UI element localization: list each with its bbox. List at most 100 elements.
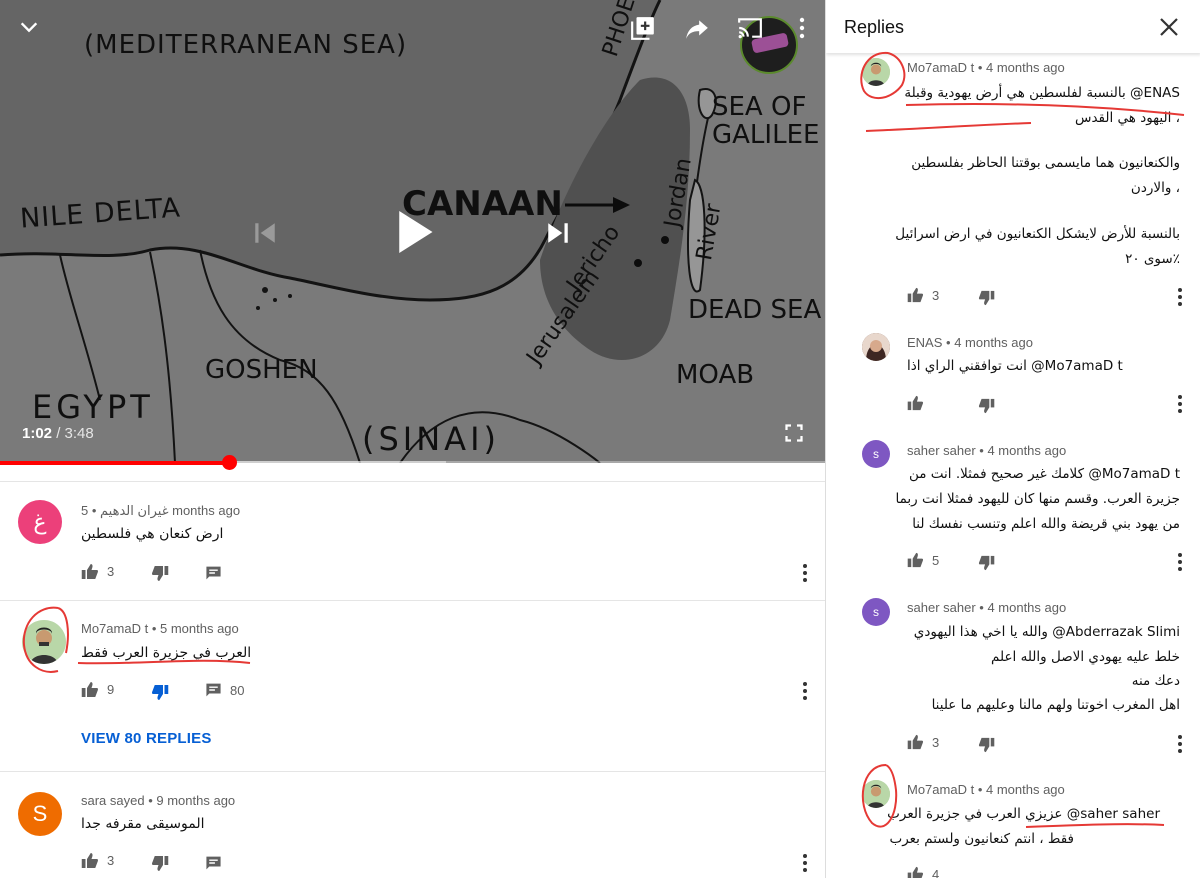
comment-author[interactable]: غيران الدهيم bbox=[100, 503, 169, 518]
thumbs-up-icon bbox=[907, 287, 924, 303]
reply-button[interactable]: 80 bbox=[205, 682, 244, 698]
thumbs-up-icon bbox=[907, 866, 924, 878]
like-count: 4 bbox=[932, 866, 940, 878]
reply-text-line: فقط ، انتم كنعانيون ولستم بعرب bbox=[889, 831, 1075, 847]
like-button[interactable]: 3 bbox=[907, 734, 939, 750]
reply-author[interactable]: Mo7amaD t bbox=[907, 60, 974, 75]
avatar[interactable] bbox=[22, 620, 66, 664]
comment-more-icon[interactable] bbox=[802, 563, 808, 583]
share-icon[interactable] bbox=[683, 16, 711, 42]
replies-title: Replies bbox=[844, 17, 905, 37]
scrubber-handle[interactable] bbox=[221, 455, 237, 470]
comment-time: 9 months ago bbox=[156, 793, 236, 808]
comment-author[interactable]: sara sayed bbox=[81, 793, 145, 808]
cast-icon[interactable] bbox=[736, 15, 764, 41]
like-button[interactable]: 3 bbox=[907, 287, 939, 303]
chevron-down-icon[interactable] bbox=[18, 16, 40, 38]
thumbs-down-icon[interactable] bbox=[978, 290, 995, 306]
thumbs-up-icon[interactable] bbox=[907, 395, 924, 411]
watch-page: (MEDITERRANEAN SEA) NILE DELTA CANAAN GO… bbox=[0, 0, 825, 878]
thumbs-down-icon[interactable] bbox=[151, 684, 169, 701]
comment-text: الموسيقى مقرفه جدا bbox=[81, 816, 205, 832]
reply-more-icon[interactable] bbox=[1177, 734, 1183, 754]
reply-more-icon[interactable] bbox=[1177, 552, 1183, 572]
more-vert-icon[interactable] bbox=[797, 16, 807, 40]
reply-count: 80 bbox=[230, 682, 245, 698]
video-player[interactable]: (MEDITERRANEAN SEA) NILE DELTA CANAAN GO… bbox=[0, 0, 825, 463]
view-replies-link[interactable]: VIEW 80 REPLIES bbox=[81, 730, 212, 747]
reply-meta: ENAS • 4 months ago bbox=[907, 335, 1033, 350]
comment-more-icon[interactable] bbox=[802, 681, 808, 701]
reply-text-line: سوى ٢٠٪ bbox=[1125, 251, 1180, 267]
comment-meta: sara sayed • 9 months ago bbox=[81, 793, 236, 808]
reply-author[interactable]: saher saher bbox=[907, 600, 976, 615]
reply-text-line: والاردن ، bbox=[1130, 180, 1180, 196]
comment-text: ارض كنعان هي فلسطين bbox=[81, 526, 224, 542]
previous-icon[interactable] bbox=[252, 220, 278, 246]
avatar[interactable] bbox=[862, 333, 890, 361]
avatar-photo bbox=[22, 620, 66, 664]
reply-icon[interactable] bbox=[205, 565, 222, 581]
current-time: 1:02 bbox=[22, 425, 53, 442]
reply-text-line: والكنعانيون هما مايسمى بوقتنا الحاظر بفل… bbox=[911, 155, 1180, 171]
comment-meta: Mo7amaD t • 5 months ago bbox=[81, 621, 239, 636]
reply-time: 4 months ago bbox=[987, 443, 1067, 458]
duration: 3:48 bbox=[64, 425, 94, 442]
reply-meta: Mo7amaD t • 4 months ago bbox=[907, 60, 1065, 75]
add-to-playlist-icon[interactable] bbox=[630, 15, 656, 41]
fullscreen-icon[interactable] bbox=[785, 424, 803, 442]
comment-text: العرب في جزيرة العرب فقط bbox=[81, 645, 252, 661]
avatar[interactable]: غ bbox=[18, 500, 62, 544]
reply-meta: saher saher • 4 months ago bbox=[907, 600, 1067, 615]
divider bbox=[0, 771, 825, 772]
like-button[interactable]: 3 bbox=[81, 852, 114, 869]
like-count: 3 bbox=[107, 853, 115, 868]
reply-more-icon[interactable] bbox=[1177, 287, 1183, 307]
thumbs-down-icon[interactable] bbox=[978, 555, 995, 571]
replies-header: Replies bbox=[826, 0, 1200, 53]
avatar[interactable] bbox=[862, 780, 890, 808]
reply-author[interactable]: Mo7amaD t bbox=[907, 782, 974, 797]
thumbs-up-icon bbox=[81, 564, 98, 579]
like-button[interactable]: 5 bbox=[907, 552, 939, 568]
like-button[interactable]: 3 bbox=[81, 563, 114, 580]
reply-author[interactable]: ENAS bbox=[907, 335, 942, 350]
comment-author[interactable]: Mo7amaD t bbox=[81, 621, 148, 636]
reply-more-icon[interactable] bbox=[1177, 394, 1183, 414]
reply-text-line: اهل المغرب اخوتنا ولهم مالنا وعليهم ما ع… bbox=[931, 697, 1180, 713]
thumbs-up-icon bbox=[907, 734, 924, 750]
reply-text-line: كلامك غير صحيح فمثلا. انت من @Mo7amaD t bbox=[908, 466, 1180, 482]
like-count: 5 bbox=[932, 552, 940, 568]
thumbs-down-icon[interactable] bbox=[978, 398, 995, 414]
close-icon[interactable] bbox=[1159, 17, 1179, 37]
comment-time: 5 months ago bbox=[159, 621, 239, 636]
thumbs-down-icon[interactable] bbox=[151, 565, 169, 582]
thumbs-up-icon bbox=[907, 552, 924, 568]
reply-author[interactable]: saher saher bbox=[907, 443, 976, 458]
reply-time: 4 months ago bbox=[954, 335, 1033, 350]
divider bbox=[0, 600, 825, 601]
reply-time: 4 months ago bbox=[985, 60, 1065, 75]
reply-text-line: بالنسبة لفلسطين هي أرض يهودية وقبلة @ENA… bbox=[904, 85, 1180, 101]
thumbs-down-icon[interactable] bbox=[978, 737, 995, 753]
avatar[interactable]: s bbox=[862, 440, 890, 468]
play-icon[interactable] bbox=[394, 207, 436, 257]
avatar[interactable]: s bbox=[862, 598, 890, 626]
comment-more-icon[interactable] bbox=[802, 853, 808, 873]
avatar[interactable]: S bbox=[18, 792, 62, 836]
reply-text-line: من يهود بني قريضة والله اعلم وتنسب نفسك … bbox=[912, 516, 1180, 532]
reply-time: 4 months ago bbox=[985, 782, 1065, 797]
like-button[interactable]: 9 bbox=[81, 681, 114, 698]
like-button[interactable]: 4 bbox=[907, 866, 939, 878]
reply-text-line: عزيزي العرب في جزيرة العرب @saher saher bbox=[887, 806, 1160, 822]
comment-meta: غيران الدهيم • 5 months ago bbox=[81, 503, 241, 518]
like-count: 3 bbox=[932, 734, 940, 750]
progress-bar[interactable] bbox=[0, 455, 825, 470]
thumbs-up-icon bbox=[81, 853, 98, 868]
video-time: 1:02 / 3:48 bbox=[22, 425, 94, 442]
next-icon[interactable] bbox=[545, 220, 571, 246]
reply-meta: saher saher • 4 months ago bbox=[907, 443, 1067, 458]
thumbs-down-icon[interactable] bbox=[151, 855, 169, 872]
avatar[interactable] bbox=[862, 58, 890, 86]
reply-icon[interactable] bbox=[205, 855, 222, 871]
